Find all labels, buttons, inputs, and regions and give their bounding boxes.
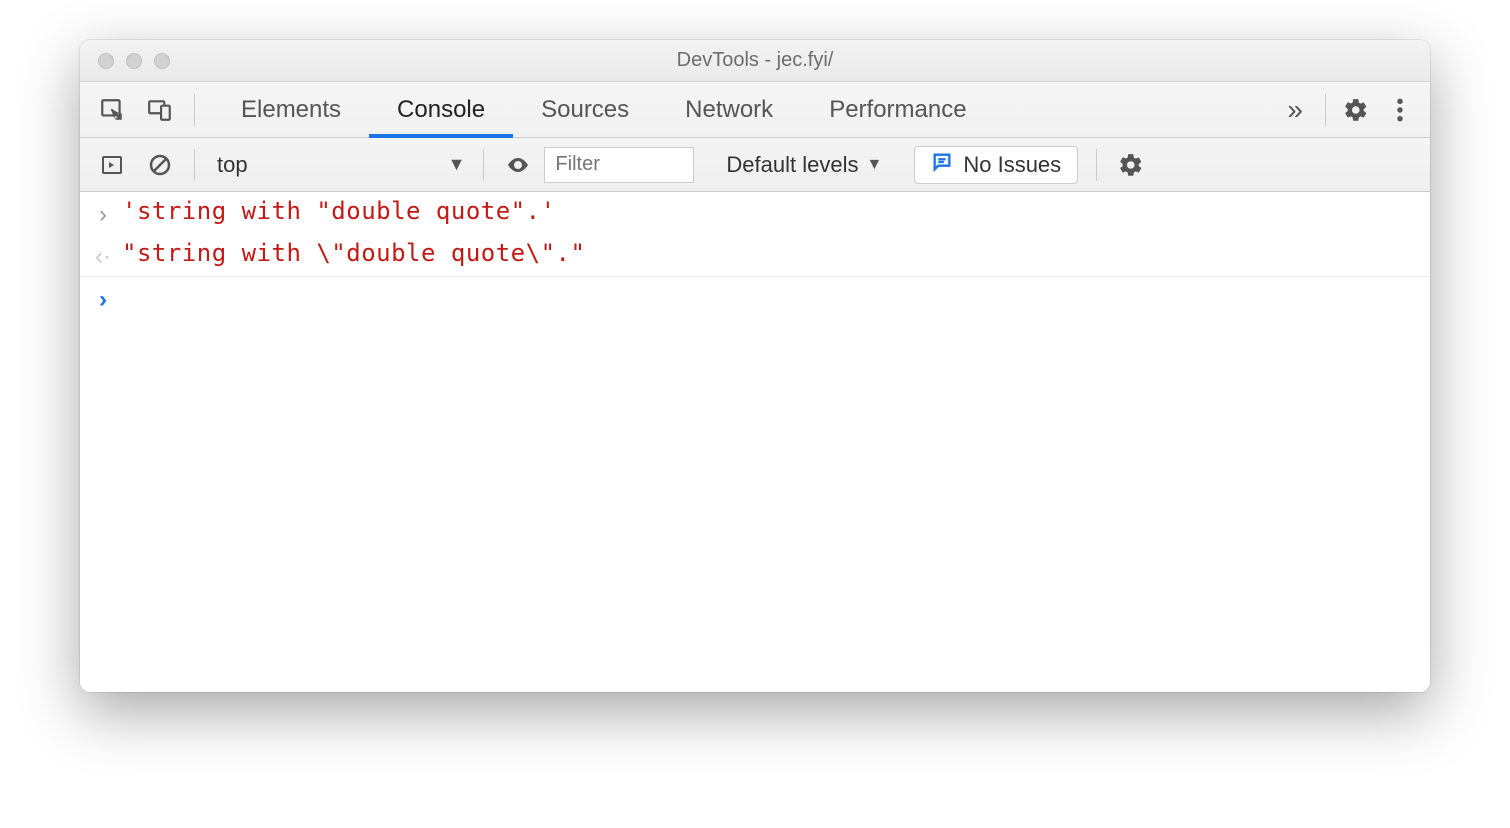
clear-console-icon[interactable] [138,143,182,187]
tab-label: Network [685,96,773,124]
tab-elements[interactable]: Elements [213,82,369,137]
log-levels-selector[interactable]: Default levels ▼ [716,152,892,178]
separator [483,149,484,181]
dropdown-icon: ▼ [448,154,466,175]
issues-label: No Issues [963,152,1061,178]
issues-icon [931,151,953,179]
tab-label: Console [397,96,485,124]
console-output: › 'string with "double quote".' ‹· "stri… [80,192,1430,692]
issues-button[interactable]: No Issues [914,146,1078,184]
separator [1325,94,1326,126]
prompt-marker-icon: › [90,282,116,314]
more-tabs-icon[interactable]: » [1273,94,1317,126]
tab-label: Elements [241,96,341,124]
tab-label: Performance [829,96,966,124]
console-row-output[interactable]: ‹· "string with \"double quote\"." [80,234,1430,277]
zoom-window-button[interactable] [154,53,170,69]
tabstrip-right: » [1273,82,1430,137]
sidebar-toggle-icon[interactable] [90,143,134,187]
output-marker-icon: ‹· [90,239,116,271]
tab-console[interactable]: Console [369,82,513,137]
traffic-lights [80,53,170,69]
inspect-element-icon[interactable] [90,88,134,132]
separator [194,149,195,181]
settings-icon[interactable] [1334,88,1378,132]
levels-label: Default levels [726,152,858,178]
tab-sources[interactable]: Sources [513,82,657,137]
execution-context-selector[interactable]: top ▼ [207,152,471,178]
tab-network[interactable]: Network [657,82,801,137]
tab-performance[interactable]: Performance [801,82,994,137]
device-toolbar-icon[interactable] [138,88,182,132]
console-row-input[interactable]: › 'string with "double quote".' [80,192,1430,234]
close-window-button[interactable] [98,53,114,69]
tabstrip-tools [80,82,213,137]
titlebar: DevTools - jec.fyi/ [80,40,1430,82]
minimize-window-button[interactable] [126,53,142,69]
live-expression-icon[interactable] [496,143,540,187]
console-output-text: "string with \"double quote\"." [116,239,585,267]
context-label: top [217,152,248,178]
input-marker-icon: › [90,197,116,229]
tab-label: Sources [541,96,629,124]
kebab-menu-icon[interactable] [1378,88,1422,132]
main-tabstrip: Elements Console Sources Network Perform… [80,82,1430,138]
console-prompt-input[interactable] [116,282,1418,310]
console-toolbar: top ▼ Default levels ▼ No Issues [80,138,1430,192]
console-prompt-row[interactable]: › [80,277,1430,319]
console-input-text: 'string with "double quote".' [116,197,556,225]
separator [194,94,195,126]
window-title: DevTools - jec.fyi/ [80,49,1430,72]
panel-tabs: Elements Console Sources Network Perform… [213,82,995,137]
filter-input[interactable] [544,147,694,183]
devtools-window: DevTools - jec.fyi/ Elements Console [80,40,1430,692]
separator [1096,149,1097,181]
dropdown-icon: ▼ [867,156,883,174]
console-settings-icon[interactable] [1109,143,1153,187]
